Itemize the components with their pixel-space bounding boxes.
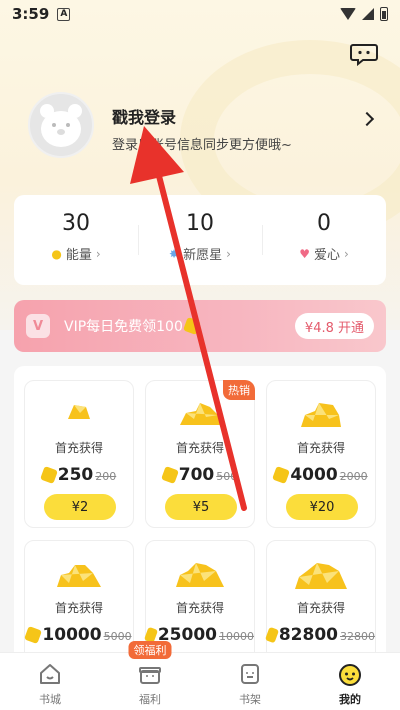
package-card[interactable]: 首充获得 250 200 ¥2: [24, 380, 134, 528]
gold-icon: [176, 563, 224, 587]
chevron-right-icon: ›: [226, 246, 231, 261]
recharge-packages: 首充获得 250 200 ¥2 热销 首充获得 700 500 ¥5 首充获得 …: [14, 366, 386, 688]
chat-bubble-icon: [350, 44, 378, 67]
chevron-right-icon: ›: [95, 246, 101, 261]
nav-label: 书架: [239, 693, 261, 706]
package-value: 250: [57, 465, 94, 485]
package-price-button[interactable]: ¥5: [165, 494, 237, 520]
bottom-nav: 书城 领福利 福利 书架 我的: [0, 641, 400, 710]
welfare-badge: 领福利: [128, 641, 172, 659]
stat-label: 能量: [65, 248, 92, 263]
package-old-value: 32800: [340, 630, 375, 643]
stat-value: 0: [317, 211, 331, 236]
nav-label: 书城: [39, 693, 61, 706]
status-time: 3:59: [12, 5, 50, 23]
battery-icon: [380, 7, 388, 21]
coin-icon: [272, 466, 291, 484]
nav-item-bookstore[interactable]: 书城: [0, 653, 100, 710]
profile-face-icon: [339, 664, 361, 686]
bookshelf-icon: [241, 664, 259, 684]
package-old-value: 10000: [219, 630, 254, 643]
package-label: 首充获得: [175, 601, 224, 615]
stat-value: 30: [62, 211, 90, 236]
gift-icon: [139, 667, 161, 684]
nav-label: 福利: [139, 693, 161, 706]
package-value: 82800: [278, 625, 338, 645]
bear-avatar-icon: [40, 104, 82, 147]
package-old-value: 500: [216, 470, 238, 483]
stat-love[interactable]: 0 ♥ 爱心 ›: [262, 195, 386, 285]
avatar[interactable]: [28, 92, 94, 158]
stat-value: 10: [186, 211, 214, 236]
nav-item-mine[interactable]: 我的: [300, 653, 400, 710]
hot-badge: 热销: [223, 380, 255, 400]
login-title[interactable]: 戳我登录: [112, 104, 176, 128]
nav-label: 我的: [339, 693, 361, 706]
package-value: 700: [178, 465, 215, 485]
vip-shield-icon: V: [26, 314, 50, 338]
signal-icon: [362, 8, 374, 20]
coin-icon: [182, 317, 201, 335]
stat-energy[interactable]: 30 ● 能量 ›: [14, 195, 138, 285]
package-label: 首充获得: [296, 601, 345, 615]
package-card[interactable]: 首充获得 4000 2000 ¥20: [266, 380, 376, 528]
package-price-button[interactable]: ¥2: [44, 494, 116, 520]
package-value: 4000: [290, 465, 338, 485]
gold-icon: [295, 563, 347, 589]
package-value: 10000: [42, 625, 102, 645]
home-icon: [40, 664, 60, 684]
package-label: 首充获得: [296, 441, 345, 455]
vip-open-button[interactable]: ¥4.8 开通: [294, 313, 374, 339]
package-label: 首充获得: [175, 441, 224, 455]
coin-icon: [24, 626, 43, 644]
energy-icon: ●: [51, 246, 62, 261]
coin-icon: [160, 466, 179, 484]
chevron-right-icon: ›: [343, 246, 349, 261]
vip-text: VIP每日免费领100: [64, 319, 183, 335]
stats-card: 30 ● 能量 › 10 ✸ 新愿星 › 0 ♥ 爱心 ›: [14, 195, 386, 285]
stat-label: 爱心: [313, 248, 340, 263]
package-old-value: 2000: [339, 470, 368, 483]
coin-icon: [264, 626, 279, 644]
heart-icon: ♥: [299, 246, 310, 261]
gold-icon: [180, 403, 220, 425]
gold-icon: [68, 405, 90, 419]
coin-icon: [39, 466, 58, 484]
stat-wish-star[interactable]: 10 ✸ 新愿星 ›: [138, 195, 262, 285]
notification-icon: A: [57, 7, 71, 21]
package-old-value: 200: [95, 470, 117, 483]
star-icon: ✸: [169, 246, 180, 261]
nav-item-welfare[interactable]: 领福利 福利: [100, 641, 200, 710]
package-card[interactable]: 热销 首充获得 700 500 ¥5: [145, 380, 255, 528]
package-price-button[interactable]: ¥20: [286, 494, 358, 520]
status-bar: 3:59 A: [0, 0, 400, 28]
vip-banner[interactable]: V VIP每日免费领100 ¥4.8 开通: [14, 300, 386, 352]
chat-button[interactable]: [350, 42, 378, 67]
package-old-value: 5000: [103, 630, 132, 643]
wifi-icon: [340, 8, 356, 20]
stat-label: 新愿星: [183, 248, 223, 263]
login-subtitle: 登录后账号信息同步更方便哦~: [112, 138, 292, 153]
package-label: 首充获得: [54, 441, 103, 455]
nav-item-bookshelf[interactable]: 书架: [200, 653, 300, 710]
package-label: 首充获得: [54, 601, 103, 615]
gold-icon: [57, 565, 101, 587]
gold-icon: [301, 403, 341, 427]
